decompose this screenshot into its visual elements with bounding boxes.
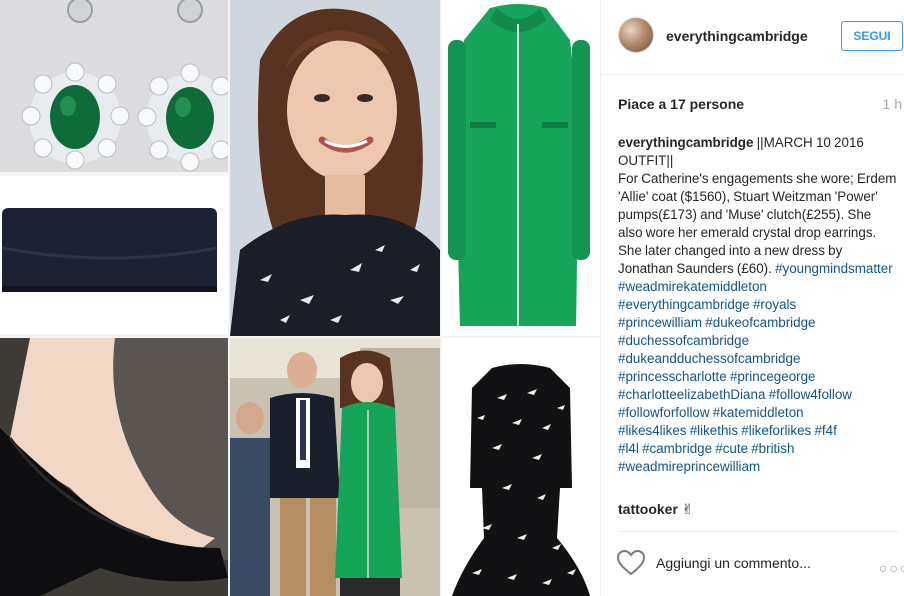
caption-hashtags[interactable]: #youngmindsmatter #weadmirekatemiddleton… (618, 261, 893, 474)
post-header: everythingcambridge SEGUI (601, 0, 904, 75)
photo-navy-clutch (0, 176, 228, 334)
photo-emerald-earrings (0, 0, 228, 172)
photo-black-pump (0, 338, 228, 596)
photo-duchess-portrait (230, 0, 440, 336)
add-comment-input[interactable]: Aggiungi un commento... (656, 555, 811, 571)
caption-text: ||MARCH 10 2016 OUTFIT|| For Catherine's… (618, 135, 897, 276)
post-side-panel: everythingcambridge SEGUI Piace a 17 per… (600, 0, 904, 596)
heart-outline-icon[interactable] (617, 550, 645, 576)
post-caption: everythingcambridge ||MARCH 10 2016 OUTF… (618, 134, 898, 476)
divider (618, 531, 898, 532)
post-timestamp[interactable]: 1 h (883, 96, 902, 112)
likes-count[interactable]: Piace a 17 persone (618, 96, 744, 112)
comment-author-link[interactable]: tattooker (618, 501, 678, 517)
username-link[interactable]: everythingcambridge (666, 28, 808, 44)
photo-green-coat (442, 0, 600, 336)
more-options-icon[interactable]: ○○○ (879, 560, 904, 576)
photo-bird-print-dress (442, 338, 600, 596)
comment-item: tattooker ✌ (618, 501, 694, 518)
comment-text: ✌ (681, 501, 694, 517)
post-image-collage[interactable] (0, 0, 600, 596)
avatar[interactable] (618, 17, 654, 53)
photo-duke-and-duchess (230, 338, 440, 596)
follow-button[interactable]: SEGUI (841, 21, 903, 51)
caption-author-link[interactable]: everythingcambridge (618, 135, 753, 150)
